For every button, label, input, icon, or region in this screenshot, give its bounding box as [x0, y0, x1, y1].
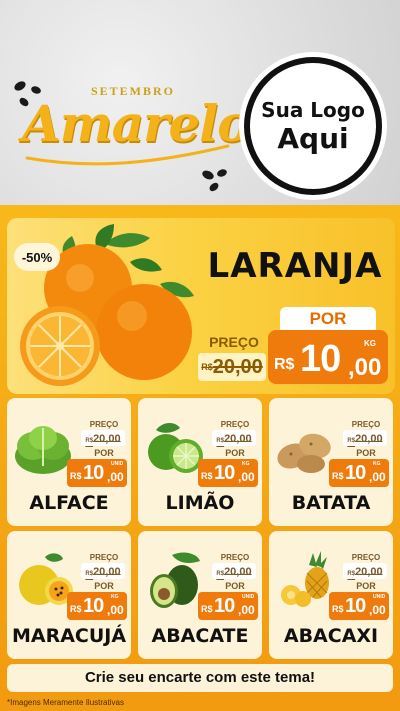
new-price: R$ 10 ,00 KG	[198, 459, 258, 487]
old-price-currency: R$	[85, 571, 94, 577]
old-price-label: PREÇO	[351, 553, 381, 562]
new-price: R$ 10 ,00 UNID	[198, 592, 258, 620]
passionfruit-icon	[19, 553, 73, 605]
new-price-label: POR	[225, 581, 245, 591]
featured-old-price: R$ 20,00	[198, 353, 266, 381]
product-name: BATATA	[291, 492, 371, 514]
old-price-currency: R$	[347, 571, 356, 577]
new-price: R$ 10 ,00 KG	[329, 459, 389, 487]
discount-badge: -50%	[14, 243, 60, 271]
old-price: R$20,00	[81, 430, 125, 446]
featured-old-price-value: 20,00	[212, 355, 263, 378]
product-name: ALFACE	[29, 492, 109, 514]
featured-price-currency: R$	[274, 356, 295, 373]
price-integer: 10	[83, 462, 104, 484]
product-card: PREÇO R$20,00 POR R$ 10 ,00 KG MARACUJÁ	[7, 531, 131, 659]
old-price: R$20,00	[212, 430, 256, 446]
product-card: PREÇO R$20,00 POR R$ 10 ,00 KG BATATA	[269, 398, 393, 526]
old-price-value: 20,00	[93, 566, 121, 578]
price-unit: UNID	[373, 594, 386, 600]
product-name: LIMÃO	[165, 492, 235, 514]
old-price-value: 20,00	[224, 566, 252, 578]
old-price-value: 20,00	[93, 433, 121, 445]
pineapple-icon	[281, 551, 329, 607]
price-unit: UNID	[242, 594, 255, 600]
product-name: MARACUJÁ	[11, 625, 127, 647]
old-price-value: 20,00	[355, 433, 383, 445]
price-integer: 10	[214, 462, 235, 484]
featured-old-price-currency: R$	[201, 362, 213, 372]
disclaimer-note: *Imagens Meramente Ilustrativas	[7, 698, 124, 707]
old-price: R$20,00	[81, 563, 125, 579]
new-price-label: POR	[356, 581, 376, 591]
price-currency: R$	[332, 471, 344, 481]
old-price-currency: R$	[85, 438, 94, 444]
cta-banner: Crie seu encarte com este tema!	[7, 664, 393, 692]
old-price-label: PREÇO	[89, 420, 119, 429]
featured-product-name: LARANJA	[207, 246, 383, 286]
price-currency: R$	[70, 471, 82, 481]
product-name: ABACATE	[151, 625, 249, 647]
price-currency: R$	[201, 604, 213, 614]
old-price-currency: R$	[216, 438, 225, 444]
featured-price-unit: KG	[364, 339, 376, 348]
old-price-label: PREÇO	[89, 553, 119, 562]
price-integer: 10	[345, 595, 366, 617]
price-integer: 10	[345, 462, 366, 484]
price-currency: R$	[201, 471, 213, 481]
price-unit: KG	[373, 461, 381, 467]
old-price-label: PREÇO	[220, 553, 250, 562]
price-decimal: ,00	[369, 603, 386, 617]
old-price: R$20,00	[343, 430, 387, 446]
product-name: ABACAXI	[283, 625, 379, 647]
old-price-currency: R$	[216, 571, 225, 577]
lime-icon	[148, 423, 203, 473]
potato-icon	[277, 433, 331, 473]
featured-new-price-label: POR	[280, 307, 376, 331]
price-decimal: ,00	[369, 470, 386, 484]
avocado-icon	[150, 552, 200, 608]
price-unit: KG	[242, 461, 250, 467]
product-card: PREÇO R$20,00 POR R$ 10 ,00 UNID ALFACE	[7, 398, 131, 526]
price-currency: R$	[332, 604, 344, 614]
lettuce-icon	[15, 426, 71, 474]
new-price-label: POR	[225, 448, 245, 458]
featured-price-integer: 10	[300, 338, 341, 380]
price-integer: 10	[214, 595, 235, 617]
price-unit: KG	[111, 594, 119, 600]
new-price: R$ 10 ,00 UNID	[329, 592, 389, 620]
new-price-label: POR	[356, 448, 376, 458]
price-decimal: ,00	[107, 470, 124, 484]
price-currency: R$	[70, 604, 82, 614]
old-price: R$20,00	[343, 563, 387, 579]
product-card: PREÇO R$20,00 POR R$ 10 ,00 KG LIMÃO	[138, 398, 262, 526]
logo-text-line1: Sua Logo	[261, 98, 365, 122]
old-price: R$20,00	[212, 563, 256, 579]
price-unit: UNID	[111, 461, 124, 467]
logo-placeholder: Sua Logo Aqui	[244, 57, 382, 195]
logo-text-line2: Aqui	[277, 122, 349, 155]
product-card: PREÇO R$20,00 POR R$ 10 ,00 UNID ABACATE	[138, 531, 262, 659]
new-price-label: POR	[94, 448, 114, 458]
product-card: PREÇO R$20,00 POR R$ 10 ,00 UNID ABACAXI	[269, 531, 393, 659]
new-price-label: POR	[94, 581, 114, 591]
old-price-label: PREÇO	[351, 420, 381, 429]
old-price-value: 20,00	[355, 566, 383, 578]
old-price-label: PREÇO	[220, 420, 250, 429]
old-price-currency: R$	[347, 438, 356, 444]
swoosh-decoration	[25, 144, 230, 166]
price-decimal: ,00	[238, 470, 255, 484]
old-price-value: 20,00	[224, 433, 252, 445]
price-decimal: ,00	[107, 603, 124, 617]
new-price: R$ 10 ,00 UNID	[67, 459, 127, 487]
price-integer: 10	[83, 595, 104, 617]
price-decimal: ,00	[238, 603, 255, 617]
featured-price-decimal: ,00	[348, 354, 382, 381]
new-price: R$ 10 ,00 KG	[67, 592, 127, 620]
featured-new-price: R$ 10 ,00 KG	[268, 330, 388, 384]
